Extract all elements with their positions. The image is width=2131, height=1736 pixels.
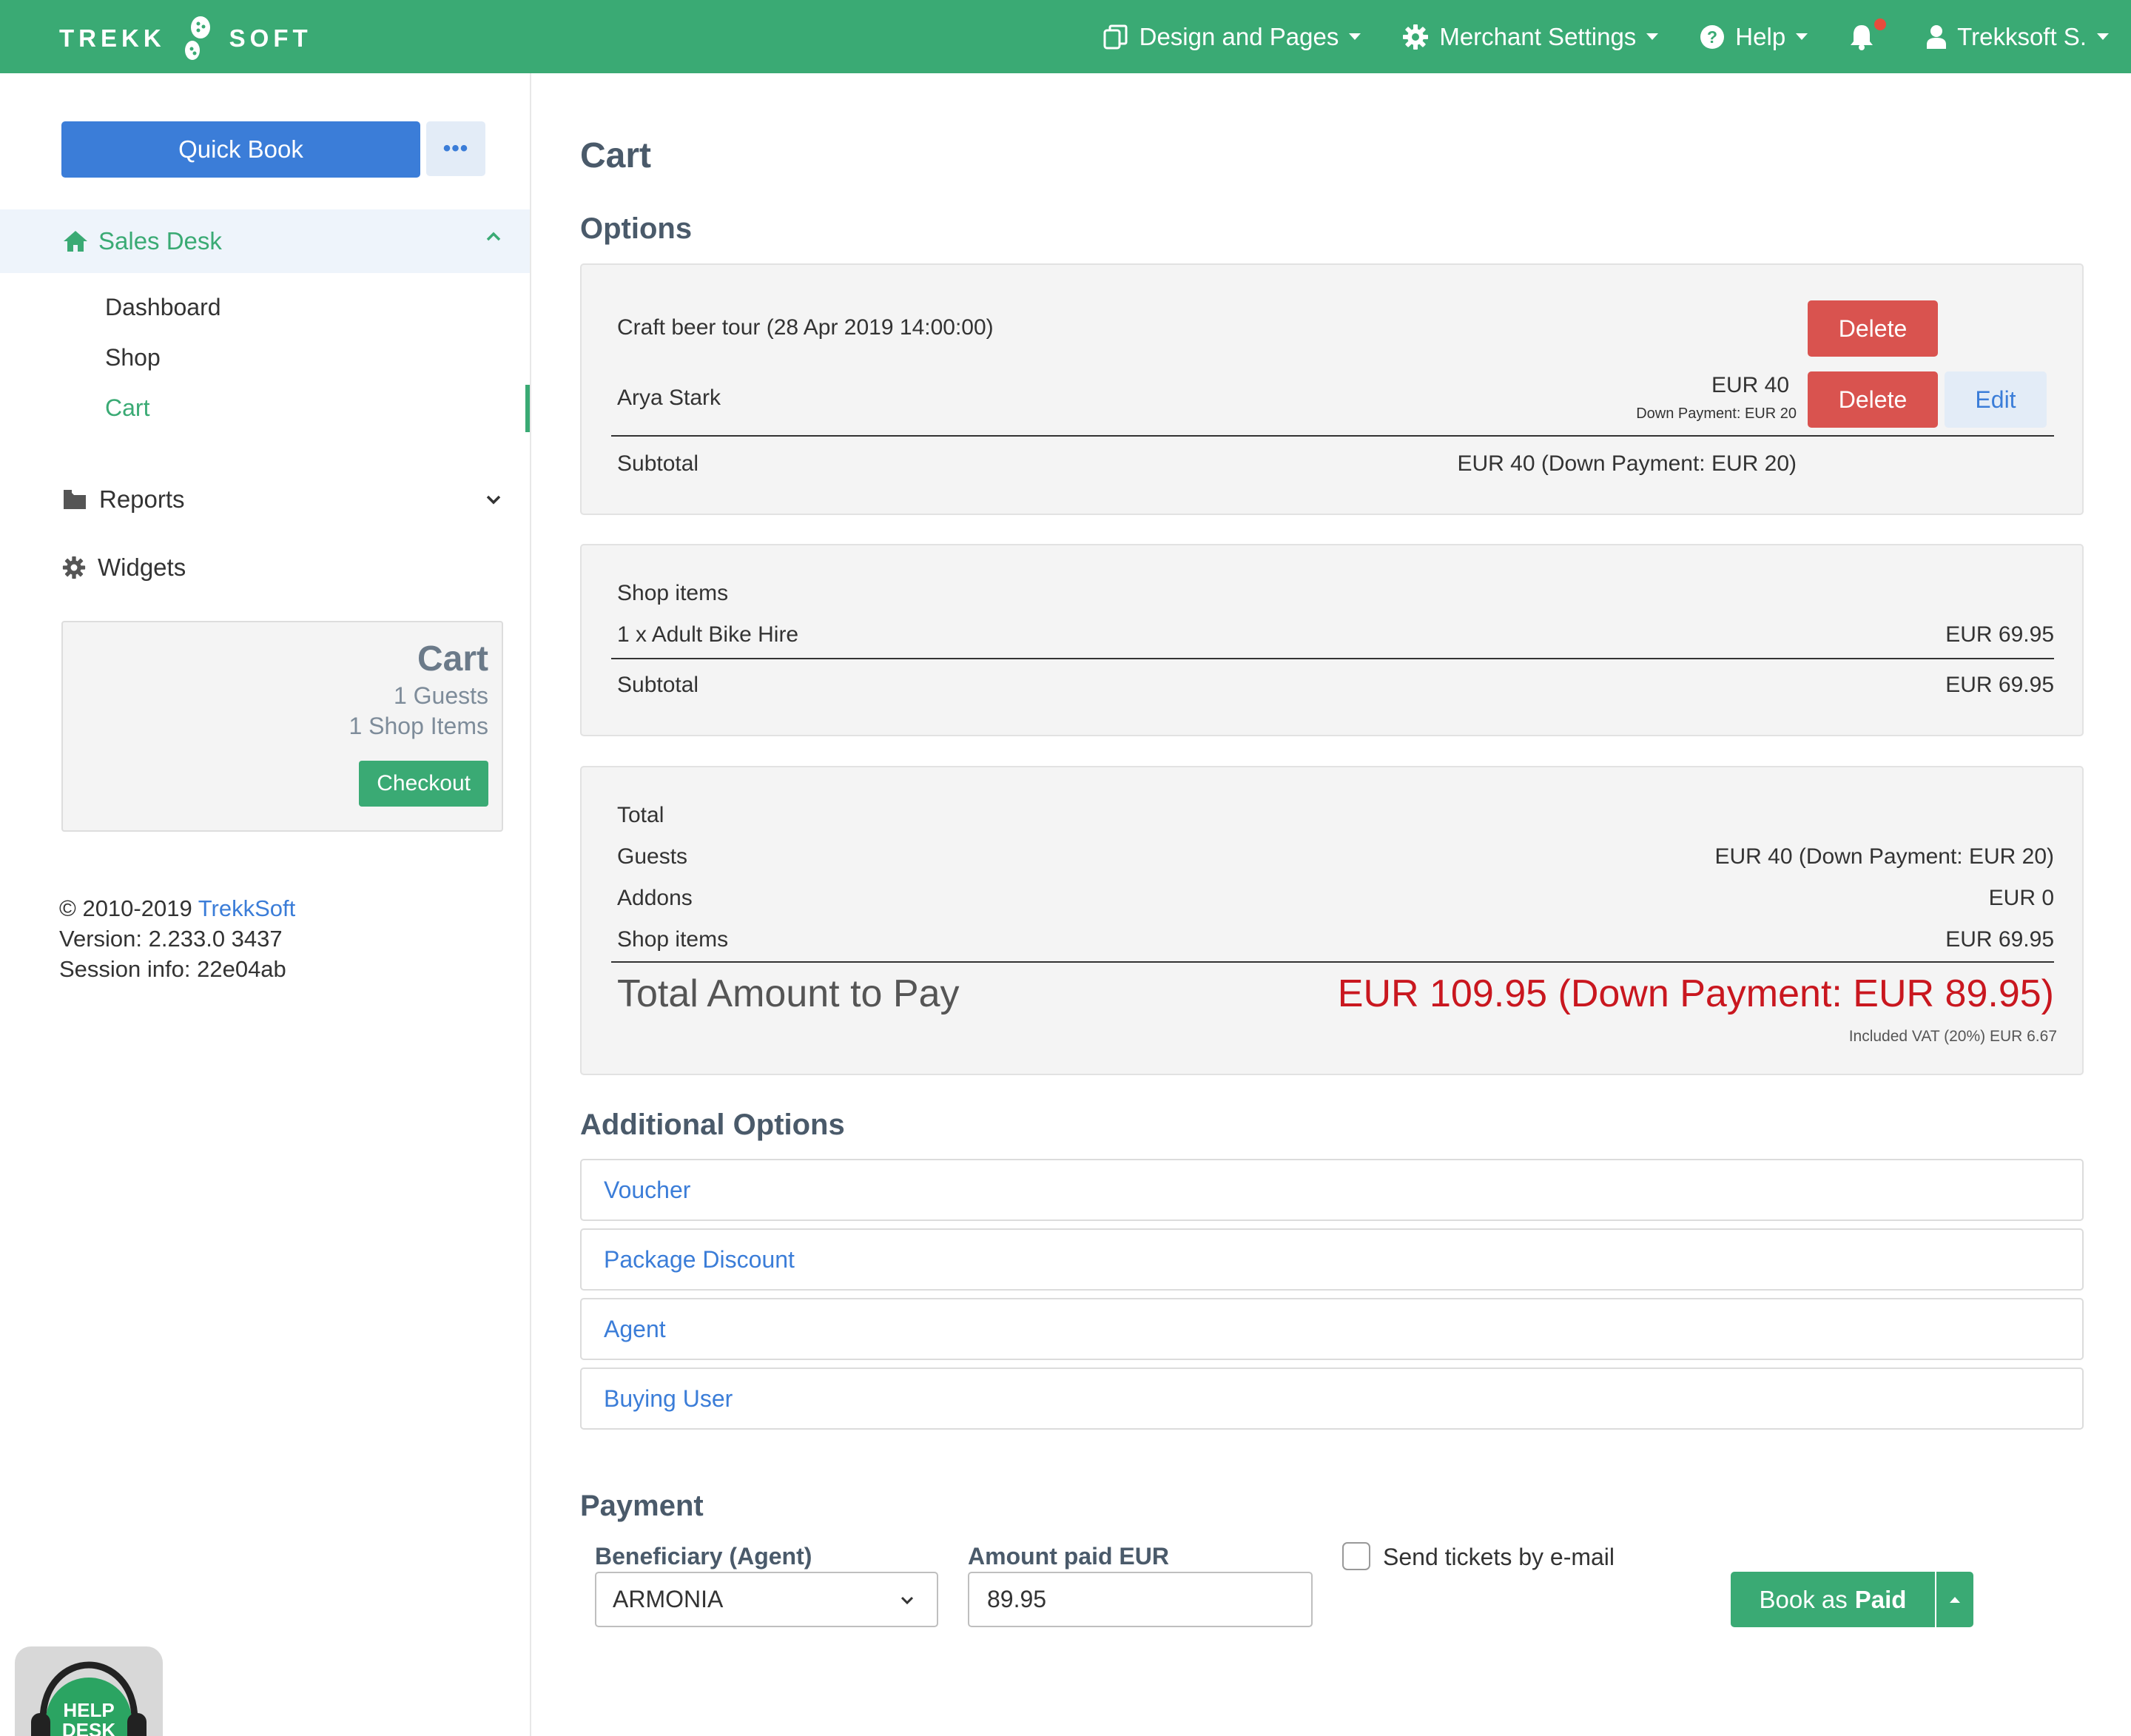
cart-widget-shop-items: 1 Shop Items (349, 713, 488, 739)
brand-right: SOFT (229, 24, 312, 52)
chevron-down-icon (2097, 33, 2109, 40)
sidebar-item-sales-desk[interactable]: Sales Desk (0, 209, 530, 273)
amount-paid-input[interactable] (968, 1572, 1313, 1627)
active-indicator (525, 385, 530, 432)
brand-left: TREKK (59, 24, 166, 52)
sidebar-item-reports[interactable]: Reports (62, 485, 501, 514)
sidebar-item-dashboard[interactable]: Dashboard (105, 294, 221, 321)
more-options-button[interactable]: ••• (426, 121, 485, 176)
sidebar-item-cart[interactable]: Cart (105, 394, 149, 422)
chevron-down-icon (486, 495, 501, 505)
quick-book-button[interactable]: Quick Book (61, 121, 420, 178)
sidebar: Quick Book ••• Sales Desk Dashboard Shop… (0, 73, 531, 1736)
cart-widget-guests: 1 Guests (393, 682, 488, 709)
copyright-text: © 2010-2019 (59, 895, 198, 921)
chevron-up-icon (486, 232, 501, 241)
chevron-down-icon (900, 1596, 914, 1605)
book-button-strong: Paid (1854, 1585, 1907, 1613)
footer-info: © 2010-2019 TrekkSoft Version: 2.233.0 3… (59, 893, 295, 984)
sidebar-item-label: Widgets (98, 554, 186, 581)
payment-controls: ARMONIA Send tickets by e-mail Book asPa… (580, 0, 2084, 1736)
cart-summary-widget: Cart 1 Guests 1 Shop Items Checkout (61, 621, 503, 832)
briefcase-icon (64, 490, 86, 509)
session-text: Session info: 22e04ab (59, 956, 286, 982)
beneficiary-select[interactable]: ARMONIA (595, 1572, 938, 1627)
book-as-paid-button[interactable]: Book as Paid (1731, 1572, 1935, 1627)
caret-up-icon (1950, 1596, 1960, 1603)
book-button-prefix: Book as (1759, 1585, 1848, 1613)
version-text: Version: 2.233.0 3437 (59, 926, 283, 952)
send-tickets-label: Send tickets by e-mail (1383, 1544, 1615, 1570)
sidebar-item-label: Sales Desk (98, 227, 222, 255)
brand-logo[interactable]: TREKK SOFT (59, 16, 312, 61)
home-icon (64, 231, 87, 252)
headset-icon: HELP DESK (31, 1661, 147, 1736)
helpdesk-line1: HELP (63, 1699, 114, 1721)
sidebar-item-shop[interactable]: Shop (105, 344, 161, 371)
helpdesk-button[interactable]: HELP DESK (15, 1646, 163, 1736)
send-tickets-checkbox[interactable] (1342, 1542, 1370, 1570)
company-link[interactable]: TrekkSoft (198, 895, 296, 921)
sidebar-item-widgets[interactable]: Widgets (62, 554, 186, 582)
beneficiary-selected: ARMONIA (613, 1586, 724, 1612)
sidebar-item-label: Reports (99, 485, 185, 513)
cog-icon (62, 556, 86, 579)
book-options-dropdown[interactable] (1936, 1572, 1973, 1627)
cart-widget-title: Cart (417, 639, 488, 679)
helpdesk-line2: DESK (62, 1719, 115, 1736)
checkout-button[interactable]: Checkout (359, 761, 488, 807)
shoe-print-icon (184, 16, 210, 60)
